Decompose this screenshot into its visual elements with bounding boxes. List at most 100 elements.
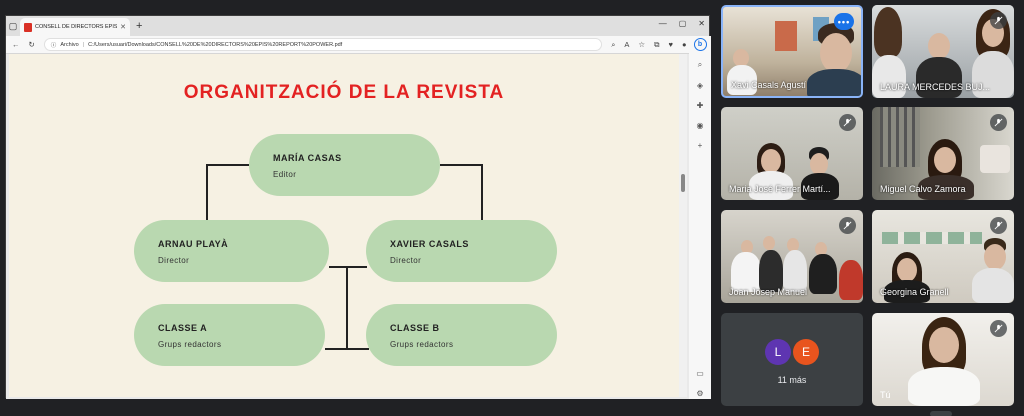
shopping-icon[interactable]: ◈ [694,79,706,91]
node-name: XAVIER CASALS [390,239,469,249]
wall-poster [775,21,797,51]
person-body [809,254,837,294]
node-name: ARNAU PLAYÀ [158,239,229,249]
person-face [810,153,828,175]
node-role: Director [390,256,422,265]
close-tab-icon[interactable]: ✕ [120,23,126,31]
collections-icon[interactable]: ⧉ [654,40,659,50]
participant-tile[interactable]: Maria José Ferrer Martí... [721,107,863,200]
bottom-indicator [930,411,952,416]
tab-bar: ▢ CONSELL DE DIRECTORS EPIS R ✕ + — ▢ ✕ [6,16,709,36]
org-node-classe-a: CLASSE A Grups redactors [134,304,325,366]
add-icon[interactable]: + [694,139,706,151]
tools-icon[interactable]: ✚ [694,99,706,111]
avatar: E [793,339,819,365]
tab-actions-icon[interactable]: ▢ [6,16,20,36]
person-hair [874,7,902,57]
mic-off-icon [990,217,1007,234]
participant-name: Maria José Ferrer Martí... [729,184,831,194]
profile-icon[interactable]: ● [682,40,687,49]
person-body [759,250,783,292]
node-name: CLASSE A [158,323,208,333]
person-face [761,149,781,173]
person-body [972,268,1014,303]
bing-icon[interactable]: b [693,38,707,51]
url-text: C:/Users/usuari/Downloads/CONSELL%20DE%2… [88,41,343,48]
participant-name: Miguel Calvo Zamora [880,184,966,194]
org-node-arnau-playa: ARNAU PLAYÀ Director [134,220,329,282]
participant-name: LAURA MERCEDES BUJ... [880,82,991,92]
more-options-button[interactable]: ••• [834,13,854,30]
window-blinds [880,107,920,167]
person-face [820,33,852,73]
tab-title: CONSELL DE DIRECTORS EPIS R [35,24,118,30]
connector-line [206,164,208,220]
person-body [839,260,863,300]
pdf-icon [24,22,32,32]
connector-line [440,164,483,166]
participant-tile[interactable]: ••• Xavi Casals Agustí [721,5,863,98]
self-view-tile[interactable]: Tú [872,313,1014,406]
close-window-icon[interactable]: ✕ [698,19,705,28]
connector-line [325,348,369,350]
connector-line [481,164,483,220]
scrollbar-thumb[interactable] [681,174,685,192]
wall-pictures [882,232,982,244]
new-tab-button[interactable]: + [136,20,142,32]
person-body [908,367,980,406]
node-role: Grups redactors [158,340,222,349]
tab-pdf[interactable]: CONSELL DE DIRECTORS EPIS R ✕ [20,18,130,36]
mic-off-icon [990,114,1007,131]
connector-line [206,164,249,166]
reload-icon[interactable]: ↻ [29,40,35,49]
minimize-icon[interactable]: — [659,19,667,28]
participant-tile[interactable]: Miguel Calvo Zamora [872,107,1014,200]
node-name: CLASSE B [390,323,440,333]
outlook-icon[interactable]: ◉ [694,119,706,131]
more-participants-count: 11 más [777,375,807,385]
participant-name: Xavi Casals Agustí [731,80,807,90]
read-aloud-icon[interactable]: A [624,40,629,49]
mic-off-icon [839,217,856,234]
person-face [928,33,950,59]
node-name: MARÍA CASAS [273,153,342,163]
person-face [897,258,917,282]
slide-title: ORGANITZACIÓ DE LA REVISTA [183,82,505,103]
participant-tile[interactable]: LAURA MERCEDES BUJ... [872,5,1014,98]
back-icon[interactable]: ← [12,40,20,49]
address-bar[interactable]: ⓘ Archivo | C:/Users/usuari/Downloads/CO… [43,38,603,51]
avatar: L [765,339,791,365]
person-body [783,250,807,292]
org-node-classe-b: CLASSE B Grups redactors [366,304,557,366]
org-node-xavier-casals: XAVIER CASALS Director [366,220,557,282]
participant-tile[interactable]: Georgina Granell [872,210,1014,303]
person-face [934,147,956,173]
person-face [763,236,775,250]
split-screen-icon[interactable]: ▭ [694,367,706,379]
person-face [984,244,1006,270]
background-object [980,145,1010,173]
participant-tile[interactable]: Joan Josep Manuel [721,210,863,303]
settings-icon[interactable]: ⚙ [694,387,706,399]
favorite-icon[interactable]: ☆ [638,40,645,49]
browser-window: ▢ CONSELL DE DIRECTORS EPIS R ✕ + — ▢ ✕ … [5,15,711,399]
maximize-icon[interactable]: ▢ [679,19,687,28]
person-body [731,252,761,292]
more-participants-tile[interactable]: L E 11 más [721,313,863,406]
person-body [807,69,861,96]
node-role: Editor [273,170,297,179]
pdf-viewport: ORGANITZACIÓ DE LA REVISTA MARÍA CASAS E… [6,36,711,399]
mic-off-icon [839,114,856,131]
edge-sidebar: b ⌕ ◈ ✚ ◉ + ▭ ⚙ [689,36,711,399]
participant-name: Georgina Granell [880,287,949,297]
connector-line [346,266,348,350]
health-icon[interactable]: ♥ [669,40,673,49]
participant-name: Joan Josep Manuel [729,287,808,297]
search-icon[interactable]: ⌕ [694,59,706,71]
address-label: Archivo [60,41,79,48]
node-role: Grups redactors [390,340,454,349]
zoom-icon[interactable]: ⌕ [611,40,615,50]
vertical-scrollbar[interactable] [679,54,687,397]
mic-off-icon [990,12,1007,29]
node-role: Director [158,256,190,265]
